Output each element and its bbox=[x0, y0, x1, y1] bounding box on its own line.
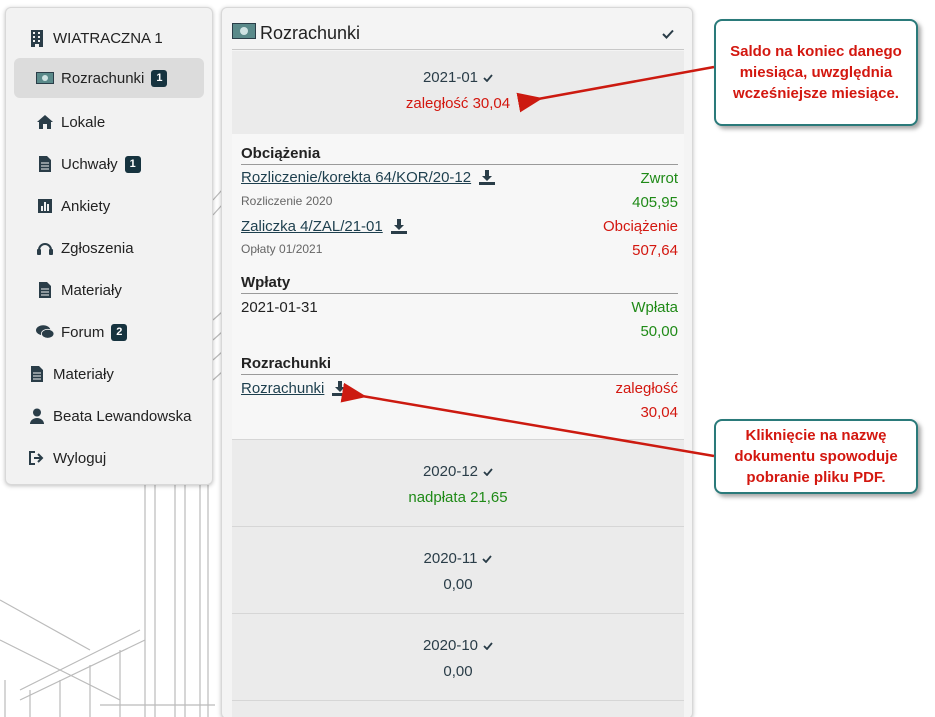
logout-icon bbox=[28, 449, 46, 467]
month-label: 2020-11 bbox=[424, 550, 493, 567]
document-icon bbox=[36, 281, 54, 299]
sidebar-item-rozrachunki[interactable]: Rozrachunki 1 bbox=[14, 58, 204, 98]
sidebar-item-user[interactable]: Beata Lewandowska bbox=[28, 396, 191, 436]
sidebar-item-label: Materiały bbox=[61, 281, 122, 299]
chat-icon bbox=[36, 323, 54, 341]
sidebar-item-label: Wyloguj bbox=[53, 449, 107, 467]
bar-chart-icon bbox=[36, 197, 54, 215]
chevron-icon bbox=[483, 641, 493, 650]
charge-amount: 507,64 bbox=[632, 242, 678, 259]
month-label: 2020-10 bbox=[423, 637, 493, 654]
month-balance: zaległość 30,04 bbox=[405, 95, 511, 112]
settlement-type: zaległość bbox=[615, 380, 678, 397]
panel-header: Rozrachunki bbox=[232, 18, 684, 50]
sidebar-item-zgloszenia[interactable]: Zgłoszenia bbox=[36, 228, 134, 268]
sidebar-item-label: Lokale bbox=[61, 113, 106, 131]
download-icon bbox=[390, 219, 407, 234]
document-name: Rozrachunki bbox=[241, 380, 325, 397]
payment-amount: 50,00 bbox=[640, 323, 678, 340]
callout-balance: Saldo na koniec danego miesiąca, uwzględ… bbox=[714, 19, 918, 126]
download-icon bbox=[479, 170, 496, 185]
charge-amount: 405,95 bbox=[632, 194, 678, 211]
payments-title: Wpłaty bbox=[241, 274, 678, 294]
callout-download: Kliknięcie na nazwę dokumentu spowoduje … bbox=[714, 419, 918, 494]
month-balance: 0,00 bbox=[443, 576, 473, 593]
sidebar-item-label: Materiały bbox=[53, 365, 114, 383]
sidebar-item-lokale[interactable]: Lokale bbox=[36, 102, 105, 142]
chevron-icon bbox=[483, 73, 493, 82]
document-link[interactable]: Rozliczenie/korekta 64/KOR/20-12 bbox=[241, 169, 496, 186]
month-detail: Obciążenia Rozliczenie/korekta 64/KOR/20… bbox=[232, 134, 684, 440]
home-icon bbox=[36, 113, 54, 131]
chevron-icon bbox=[482, 554, 493, 563]
sidebar-item-uchwaly[interactable]: Uchwały 1 bbox=[36, 144, 141, 184]
document-icon bbox=[36, 155, 54, 173]
sidebar-item-label: Forum bbox=[61, 323, 105, 341]
sidebar-item-ankiety[interactable]: Ankiety bbox=[36, 186, 110, 226]
month-row[interactable]: 2020-12 nadpłata 21,65 bbox=[232, 440, 684, 527]
month-date: 2021-01 bbox=[422, 69, 479, 86]
count-badge: 1 bbox=[124, 155, 141, 173]
sidebar-item-label: Beata Lewandowska bbox=[53, 407, 192, 425]
charge-type: Zwrot bbox=[640, 170, 679, 187]
payment-date: 2021-01-31 bbox=[241, 299, 318, 316]
month-label: 2020-12 bbox=[423, 463, 493, 480]
sidebar-item-label: Rozrachunki bbox=[61, 69, 145, 87]
sidebar-item-materialy[interactable]: Materiały bbox=[36, 270, 122, 310]
month-balance: nadpłata 21,65 bbox=[408, 489, 508, 506]
payment-type: Wpłata bbox=[631, 299, 678, 316]
document-category: Opłaty 01/2021 bbox=[241, 242, 323, 256]
headset-icon bbox=[36, 239, 54, 257]
sidebar-item-label: Uchwały bbox=[61, 155, 118, 173]
count-badge: 1 bbox=[151, 69, 168, 87]
month-date: 2020-12 bbox=[422, 463, 479, 480]
settlement-amount: 30,04 bbox=[640, 404, 678, 421]
sidebar: WIATRACZNA 1 Rozrachunki 1 Lokale Uchwał… bbox=[5, 7, 213, 485]
document-link[interactable]: Zaliczka 4/ZAL/21-01 bbox=[241, 218, 407, 235]
month-row[interactable]: 2021-01 zaległość 30,04 bbox=[232, 51, 684, 135]
document-category: Rozliczenie 2020 bbox=[241, 194, 333, 208]
sidebar-item-materialy-main[interactable]: Materiały bbox=[28, 354, 114, 394]
sidebar-item-label: Ankiety bbox=[61, 197, 111, 215]
count-badge: 2 bbox=[111, 323, 128, 341]
chevron-icon bbox=[483, 467, 493, 476]
document-name: Rozliczenie/korekta 64/KOR/20-12 bbox=[241, 169, 472, 186]
month-date: 2020-11 bbox=[423, 550, 478, 567]
month-row[interactable]: 2020-11 0,00 bbox=[232, 527, 684, 614]
building-icon bbox=[28, 29, 46, 47]
sidebar-item-label: Zgłoszenia bbox=[61, 239, 134, 257]
month-date: 2020-10 bbox=[422, 637, 479, 654]
month-label: 2021-01 bbox=[423, 69, 493, 86]
charge-type: Obciążenie bbox=[602, 218, 678, 235]
sidebar-item-logout[interactable]: Wyloguj bbox=[28, 438, 106, 478]
building-selector[interactable]: WIATRACZNA 1 bbox=[28, 18, 163, 58]
sidebar-item-forum[interactable]: Forum 2 bbox=[36, 312, 128, 352]
document-link[interactable]: Rozrachunki bbox=[241, 380, 349, 397]
collapse-icon[interactable] bbox=[662, 26, 674, 44]
money-icon bbox=[232, 23, 256, 44]
month-row[interactable]: 2020-10 0,00 bbox=[232, 614, 684, 701]
page-title: Rozrachunki bbox=[260, 23, 361, 43]
money-icon bbox=[36, 69, 54, 87]
download-icon bbox=[332, 381, 349, 396]
month-balance: 0,00 bbox=[443, 663, 473, 680]
document-name: Zaliczka 4/ZAL/21-01 bbox=[241, 218, 383, 235]
building-name: WIATRACZNA 1 bbox=[53, 29, 163, 47]
settlements-title: Rozrachunki bbox=[241, 355, 678, 375]
month-row[interactable] bbox=[232, 701, 684, 717]
settlements-panel: Rozrachunki 2021-01 zaległość 30,04 Obci… bbox=[221, 7, 693, 717]
document-icon bbox=[28, 365, 46, 383]
charges-title: Obciążenia bbox=[241, 145, 678, 165]
user-icon bbox=[28, 407, 46, 425]
